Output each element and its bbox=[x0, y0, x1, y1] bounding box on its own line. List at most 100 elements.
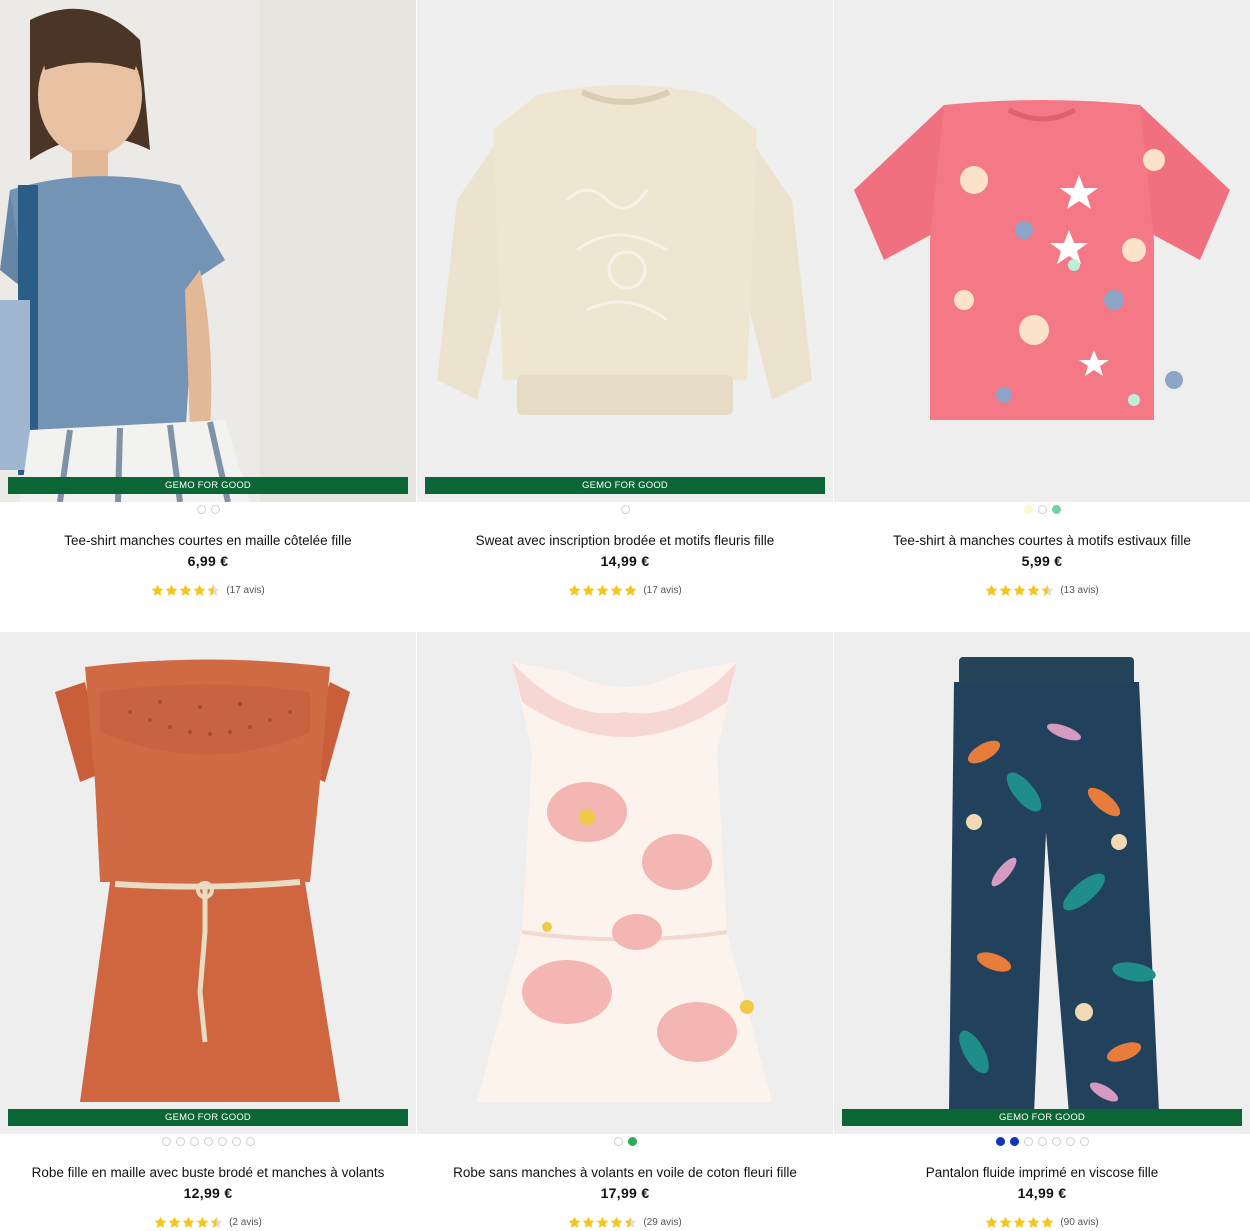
star-icon bbox=[582, 584, 595, 596]
product-title[interactable]: Robe sans manches à volants en voile de … bbox=[417, 1165, 833, 1180]
product-rating: (90 avis) bbox=[834, 1216, 1250, 1229]
color-swatch[interactable] bbox=[1023, 505, 1033, 514]
product-price: 12,99 € bbox=[183, 1185, 233, 1201]
product-card[interactable]: GEMO FOR GOOD Sweat avec inscription bro… bbox=[417, 0, 834, 631]
star-icon bbox=[610, 1216, 623, 1228]
color-swatch[interactable] bbox=[1023, 1137, 1033, 1146]
star-icon bbox=[193, 584, 206, 596]
gemo-for-good-badge: GEMO FOR GOOD bbox=[842, 1109, 1242, 1126]
product-price: 5,99 € bbox=[1021, 553, 1063, 569]
review-count[interactable]: (17 avis) bbox=[226, 585, 264, 596]
color-swatch[interactable] bbox=[995, 1137, 1005, 1146]
star-icon bbox=[1027, 1216, 1040, 1228]
product-image[interactable] bbox=[0, 632, 416, 1134]
product-price: 6,99 € bbox=[187, 553, 229, 569]
rating-stars bbox=[985, 1216, 1054, 1229]
product-grid: GEMO FOR GOOD Tee-shirt manches courtes … bbox=[0, 0, 1250, 1231]
product-image[interactable] bbox=[417, 0, 833, 502]
color-swatch[interactable] bbox=[245, 1137, 255, 1146]
color-swatch[interactable] bbox=[1037, 1137, 1047, 1146]
star-icon bbox=[568, 1216, 581, 1228]
product-rating: (13 avis) bbox=[834, 584, 1250, 597]
review-count[interactable]: (2 avis) bbox=[229, 1217, 262, 1228]
product-title[interactable]: Pantalon fluide imprimé en viscose fille bbox=[834, 1165, 1250, 1180]
gemo-for-good-badge: GEMO FOR GOOD bbox=[8, 477, 408, 494]
star-icon bbox=[610, 584, 623, 596]
star-icon bbox=[999, 584, 1012, 596]
star-icon bbox=[624, 584, 637, 596]
cream-sweatshirt-photo bbox=[417, 0, 833, 502]
product-rating: (17 avis) bbox=[417, 584, 833, 597]
color-swatch[interactable] bbox=[203, 1137, 213, 1146]
star-icon bbox=[210, 1216, 223, 1228]
tropical-pants-photo bbox=[834, 632, 1250, 1134]
color-swatch[interactable] bbox=[1037, 505, 1047, 514]
color-swatch[interactable] bbox=[196, 505, 206, 514]
rating-stars bbox=[154, 1216, 223, 1229]
product-rating: (2 avis) bbox=[0, 1216, 416, 1229]
star-icon bbox=[182, 1216, 195, 1228]
review-count[interactable]: (17 avis) bbox=[643, 585, 681, 596]
color-swatch[interactable] bbox=[231, 1137, 241, 1146]
star-icon bbox=[582, 1216, 595, 1228]
color-swatch[interactable] bbox=[627, 1137, 637, 1146]
star-icon bbox=[165, 584, 178, 596]
color-swatch[interactable] bbox=[613, 1137, 623, 1146]
product-title[interactable]: Tee-shirt manches courtes en maille côte… bbox=[0, 533, 416, 548]
color-swatches bbox=[0, 1137, 416, 1147]
product-card[interactable]: GEMO FOR GOOD Robe fille en maille avec … bbox=[0, 632, 417, 1231]
color-swatch[interactable] bbox=[217, 1137, 227, 1146]
star-icon bbox=[1027, 584, 1040, 596]
product-title[interactable]: Sweat avec inscription brodée et motifs … bbox=[417, 533, 833, 548]
color-swatch[interactable] bbox=[620, 505, 630, 514]
star-icon bbox=[985, 584, 998, 596]
star-icon bbox=[985, 1216, 998, 1228]
rating-stars bbox=[151, 584, 220, 597]
product-title[interactable]: Robe fille en maille avec buste brodé et… bbox=[0, 1165, 416, 1180]
product-price: 17,99 € bbox=[600, 1185, 650, 1201]
gemo-for-good-badge: GEMO FOR GOOD bbox=[425, 477, 825, 494]
color-swatch[interactable] bbox=[1051, 505, 1061, 514]
review-count[interactable]: (90 avis) bbox=[1060, 1217, 1098, 1228]
pink-sea-tee-photo bbox=[834, 0, 1250, 502]
rating-stars bbox=[568, 584, 637, 597]
product-card[interactable]: GEMO FOR GOOD Pantalon fluide imprimé en… bbox=[834, 632, 1250, 1231]
color-swatches bbox=[0, 505, 416, 515]
product-image[interactable] bbox=[417, 632, 833, 1134]
color-swatch[interactable] bbox=[175, 1137, 185, 1146]
product-rating: (29 avis) bbox=[417, 1216, 833, 1229]
star-icon bbox=[196, 1216, 209, 1228]
product-card[interactable]: GEMO FOR GOOD Tee-shirt manches courtes … bbox=[0, 0, 417, 631]
star-icon bbox=[568, 584, 581, 596]
star-icon bbox=[154, 1216, 167, 1228]
review-count[interactable]: (13 avis) bbox=[1060, 585, 1098, 596]
product-card[interactable]: Robe sans manches à volants en voile de … bbox=[417, 632, 834, 1231]
color-swatch[interactable] bbox=[210, 505, 220, 514]
color-swatch[interactable] bbox=[189, 1137, 199, 1146]
star-icon bbox=[624, 1216, 637, 1228]
review-count[interactable]: (29 avis) bbox=[643, 1217, 681, 1228]
star-icon bbox=[151, 584, 164, 596]
star-icon bbox=[207, 584, 220, 596]
product-title[interactable]: Tee-shirt à manches courtes à motifs est… bbox=[834, 533, 1250, 548]
color-swatch[interactable] bbox=[1079, 1137, 1089, 1146]
product-card[interactable]: Tee-shirt à manches courtes à motifs est… bbox=[834, 0, 1250, 631]
terracotta-dress-photo bbox=[0, 632, 416, 1134]
product-image[interactable] bbox=[834, 0, 1250, 502]
color-swatch[interactable] bbox=[161, 1137, 171, 1146]
color-swatches bbox=[417, 1137, 833, 1147]
star-icon bbox=[596, 584, 609, 596]
color-swatch[interactable] bbox=[1051, 1137, 1061, 1146]
product-image[interactable] bbox=[0, 0, 416, 502]
star-icon bbox=[168, 1216, 181, 1228]
star-icon bbox=[1041, 1216, 1054, 1228]
color-swatches bbox=[834, 1137, 1250, 1147]
product-price: 14,99 € bbox=[1017, 1185, 1067, 1201]
gemo-for-good-badge: GEMO FOR GOOD bbox=[8, 1109, 408, 1126]
star-icon bbox=[999, 1216, 1012, 1228]
star-icon bbox=[1041, 584, 1054, 596]
color-swatch[interactable] bbox=[1065, 1137, 1075, 1146]
color-swatch[interactable] bbox=[1009, 1137, 1019, 1146]
star-icon bbox=[596, 1216, 609, 1228]
product-image[interactable] bbox=[834, 632, 1250, 1134]
